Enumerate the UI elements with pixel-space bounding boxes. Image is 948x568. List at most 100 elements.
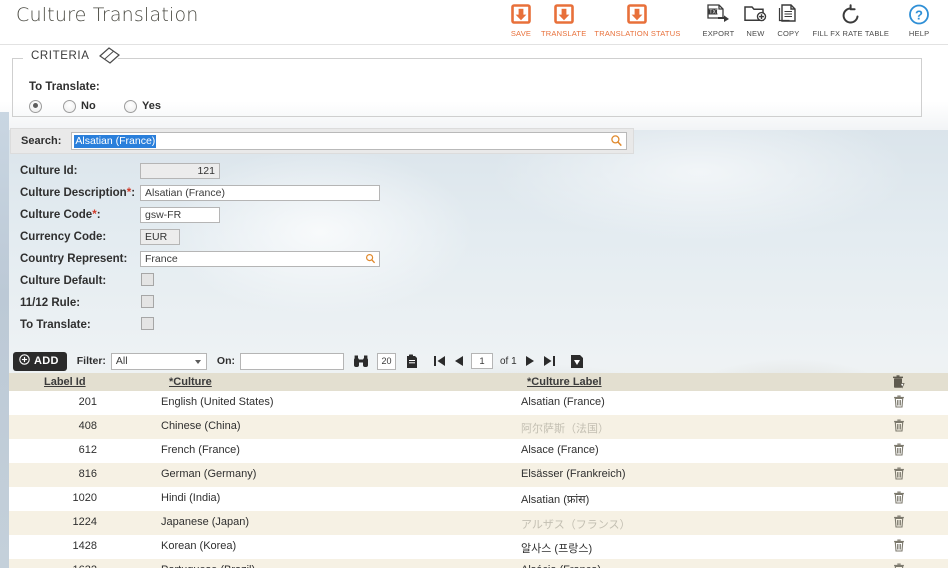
table-row[interactable]: 816 German (Germany) Elsässer (Frankreich) <box>9 463 948 487</box>
trash-icon[interactable] <box>893 419 905 437</box>
required-asterisk: * <box>92 209 97 221</box>
cell-culture: Japanese (Japan) <box>161 516 250 528</box>
magnifier-icon[interactable] <box>610 134 623 152</box>
cell-culture-label[interactable]: Elsässer (Frankreich) <box>521 468 626 480</box>
field-label-text: Culture Id: <box>20 165 78 177</box>
field-input-culture-default[interactable] <box>141 273 154 286</box>
field-label-currency-code: Currency Code: <box>20 231 106 243</box>
field-input-culture-code[interactable]: gsw-FR <box>140 207 220 223</box>
grid-body: 201 English (United States) Alsatian (Fran… <box>9 391 948 568</box>
page-size-input[interactable]: 20 <box>376 352 396 370</box>
field-input-to-translate[interactable] <box>141 317 154 330</box>
cell-culture-label[interactable]: Alsatian (फ्रांस) <box>521 492 589 507</box>
filter-select-value: All <box>115 355 128 367</box>
plus-circle-icon <box>19 354 30 368</box>
trash-icon[interactable] <box>893 539 905 557</box>
table-row[interactable]: 1632 Portuguese (Brazil) Alsácia (França) <box>9 559 948 568</box>
eraser-icon[interactable] <box>97 45 123 72</box>
table-row[interactable]: 1428 Korean (Korea) 알사스 (프랑스) <box>9 535 948 559</box>
clipboard-icon[interactable] <box>405 354 419 369</box>
field-label-culture-id: Culture Id: <box>20 165 78 177</box>
field-input-country-represent[interactable]: France <box>140 251 380 267</box>
field-input-11-12-rule[interactable] <box>141 295 154 308</box>
cell-culture-label[interactable]: 阿尔萨斯（法国） <box>521 420 609 436</box>
page-number-input[interactable]: 1 <box>470 353 493 369</box>
toolbar-export-button[interactable]: TXT EXPORT <box>699 2 739 38</box>
next-page-icon[interactable] <box>525 354 536 368</box>
trash-icon[interactable] <box>893 563 905 568</box>
export-grid-icon[interactable] <box>570 354 584 369</box>
field-label-text: 11/12 Rule: <box>20 297 81 309</box>
field-label-culture-description: Culture Description*: <box>20 187 136 199</box>
table-row[interactable]: 1224 Japanese (Japan) アルザス（フランス） <box>9 511 948 535</box>
search-bar: Search: Alsatian (France) <box>10 128 634 154</box>
grid-header-culture_label[interactable]: *Culture Label <box>527 376 602 388</box>
field-input-culture-id[interactable]: 121 <box>140 163 220 179</box>
first-page-icon[interactable] <box>433 354 446 368</box>
toolbar-new-button[interactable]: NEW <box>738 2 772 38</box>
culture-translation-page: Culture Translation SAVE TRANSLATE TRANS… <box>0 0 948 568</box>
radio-label: Yes <box>142 100 161 112</box>
search-input[interactable]: Alsatian (France) <box>71 132 627 150</box>
trash-icon[interactable] <box>893 443 905 461</box>
cell-culture-label[interactable]: Alsácia (França) <box>521 564 601 568</box>
required-asterisk: * <box>126 187 132 199</box>
table-row[interactable]: 201 English (United States) Alsatian (Fran… <box>9 391 948 415</box>
cell-culture: French (France) <box>161 444 240 456</box>
trash-icon[interactable] <box>893 491 905 509</box>
toolbar-save-button[interactable]: SAVE <box>505 2 537 38</box>
field-value: Alsatian (France) <box>145 187 225 199</box>
field-input-currency-code[interactable]: EUR <box>140 229 180 245</box>
page-header: Culture Translation SAVE TRANSLATE TRANS… <box>0 0 948 45</box>
cell-label-id: 1224 <box>72 516 97 528</box>
radio-button[interactable] <box>29 99 42 113</box>
cell-label-id: 1632 <box>9 564 97 568</box>
to-translate-radio-yes[interactable]: Yes <box>124 99 161 113</box>
criteria-border-left <box>13 58 23 59</box>
cell-culture-label[interactable]: 알사스 (프랑스) <box>521 540 592 556</box>
grid-header-label_id[interactable]: Label Id <box>44 376 86 388</box>
field-label-text: Country Represent: <box>20 253 128 265</box>
toolbar-help-button[interactable]: ? HELP <box>903 2 935 38</box>
filter-label: Filter: <box>76 355 106 367</box>
last-page-icon[interactable] <box>543 354 556 368</box>
cell-label-id: 1428 <box>72 540 97 552</box>
radio-button[interactable] <box>124 99 137 113</box>
cell-culture: Korean (Korea) <box>161 540 237 552</box>
cell-culture: German (Germany) <box>161 468 257 480</box>
table-row[interactable]: 408 Chinese (China) 阿尔萨斯（法国） <box>9 415 948 439</box>
criteria-border-right <box>118 58 921 59</box>
prev-page-icon[interactable] <box>453 354 464 368</box>
cell-culture-label[interactable]: Alsace (France) <box>521 444 599 456</box>
trash-icon[interactable] <box>893 395 905 413</box>
radio-button[interactable] <box>63 99 76 113</box>
grid-header-culture[interactable]: *Culture <box>169 376 212 388</box>
to-translate-radio-no[interactable]: No <box>63 99 96 113</box>
trash-icon[interactable] <box>893 467 905 485</box>
cell-label-id: 201 <box>78 396 97 408</box>
binoculars-icon[interactable] <box>353 354 369 369</box>
cell-culture-label[interactable]: Alsatian (France) <box>521 396 605 408</box>
cell-culture-label[interactable]: アルザス（フランス） <box>521 516 631 532</box>
lookup-magnifier-icon[interactable] <box>365 253 376 268</box>
filter-select[interactable]: All <box>110 352 207 370</box>
cell-label-id: 612 <box>78 444 97 456</box>
on-input[interactable] <box>239 352 344 370</box>
toolbar-translate-button[interactable]: TRANSLATE <box>537 2 590 38</box>
toolbar-item-label: EXPORT <box>702 29 735 38</box>
toolbar-copy-button[interactable]: COPY <box>772 2 804 38</box>
trash-icon[interactable] <box>893 515 905 533</box>
field-input-culture-description[interactable]: Alsatian (France) <box>140 185 380 201</box>
table-row[interactable]: 612 French (France) Alsace (France) <box>9 439 948 463</box>
to-translate-radio-any[interactable] <box>29 99 42 113</box>
cell-label-id: 408 <box>78 420 97 432</box>
svg-text:?: ? <box>915 7 923 22</box>
main-toolbar: SAVE TRANSLATE TRANSLATION STATUS TXT EX… <box>505 2 935 44</box>
table-row[interactable]: 1020 Hindi (India) Alsatian (फ्रांस) <box>9 487 948 511</box>
add-button-label: ADD <box>34 355 59 367</box>
toolbar-translation-status-button[interactable]: TRANSLATION STATUS <box>590 2 684 38</box>
radio-label: No <box>81 100 96 112</box>
add-button[interactable]: ADD <box>13 351 67 371</box>
toolbar-item-label: FILL FX RATE TABLE <box>812 29 890 38</box>
toolbar-fill-fx-rate-table-button[interactable]: FILL FX RATE TABLE <box>808 2 893 38</box>
